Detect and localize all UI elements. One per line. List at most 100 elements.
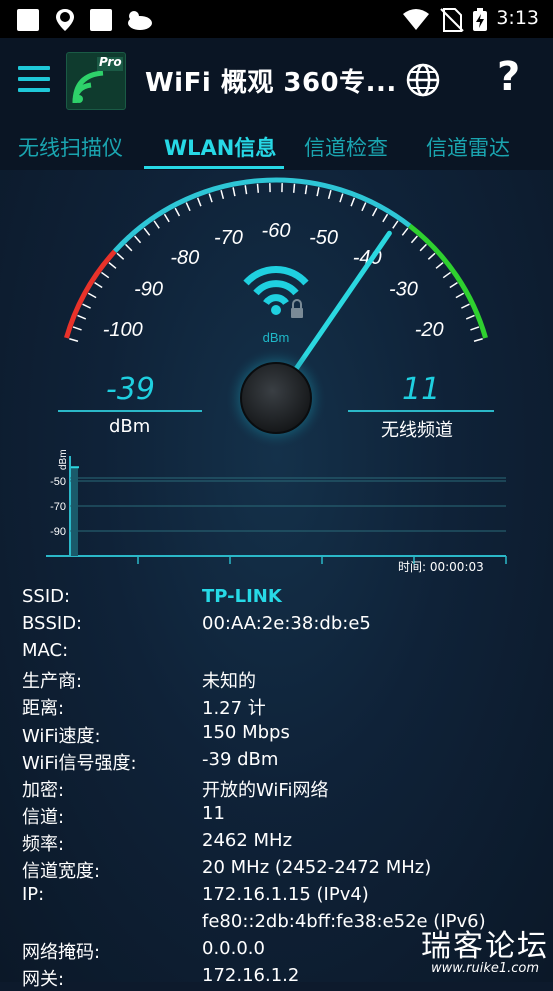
gauge-tick: [443, 272, 450, 277]
wlan-info-panel: -100-90-80-70-60-50-40-30-20 dBm -39 dBm…: [0, 170, 553, 982]
info-key: 信道:: [22, 803, 64, 829]
gauge-tick: [317, 187, 319, 196]
info-key: SSID:: [22, 586, 70, 607]
gauge-tick: [73, 327, 81, 330]
gauge-unit: dBm: [263, 330, 290, 345]
notification-square-icon: [89, 8, 113, 36]
gauge-tick: [329, 190, 331, 199]
channel-reading-label: 无线频道: [381, 416, 453, 442]
tab-channel-radar[interactable]: 信道雷达: [426, 132, 510, 162]
info-key: IP:: [22, 884, 44, 905]
gauge-scale-label: -100: [103, 319, 143, 341]
graph-y-label: -90: [50, 526, 66, 538]
gauge-tick: [154, 221, 159, 228]
gauge-scale-label: -70: [214, 227, 243, 249]
gauge-scale-label: -80: [170, 247, 199, 269]
info-value: 150 Mbps: [202, 722, 290, 743]
gauge-tick: [83, 304, 91, 308]
info-value: 172.16.1.15 (IPv4): [202, 884, 369, 905]
tab-bar: 无线扫描仪 WLAN信息 信道检查 信道雷达: [0, 124, 553, 171]
gauge-knob: [241, 363, 311, 433]
gauge-tick: [402, 228, 408, 235]
gauge-tick: [126, 244, 132, 250]
gauge-tick: [383, 214, 388, 222]
app-logo: Pro: [66, 52, 126, 110]
gauge-tick: [175, 208, 179, 216]
info-value: 00:AA:2e:38:db:e5: [202, 613, 371, 634]
info-key: 加密:: [22, 776, 64, 802]
channel-reading-value: 11: [402, 372, 440, 407]
signal-gauge: -100-90-80-70-60-50-40-30-20 dBm: [0, 170, 553, 450]
menu-icon[interactable]: [18, 66, 50, 92]
gauge-tick: [144, 228, 150, 235]
watermark: 瑞客论坛 www.ruike1.com: [421, 921, 549, 976]
weather-cloud-icon: [124, 8, 154, 36]
battery-charging-icon: [472, 8, 488, 36]
status-time: 3:13: [496, 7, 539, 29]
info-key: 频率:: [22, 830, 64, 856]
info-value: -39 dBm: [202, 749, 278, 770]
app-bar: Pro WiFi 概观 360专... ?: [0, 38, 553, 124]
info-key: 信道宽度:: [22, 857, 100, 883]
channel-underline: [348, 410, 494, 412]
info-key: 网关:: [22, 965, 64, 991]
gauge-tick: [69, 339, 78, 341]
gauge-tick: [436, 263, 443, 269]
gauge-tick: [294, 184, 295, 193]
gauge-tick: [233, 187, 235, 196]
active-tab-indicator: [144, 166, 284, 169]
info-key: WiFi信号强度:: [22, 749, 137, 775]
bus-location-icon: [53, 8, 77, 36]
logo-pro-badge: Pro: [99, 55, 122, 69]
gauge-tick: [393, 221, 398, 228]
gauge-tick: [109, 263, 116, 269]
gauge-scale-label: -20: [415, 319, 444, 341]
gauge-tick: [411, 236, 417, 243]
tab-channel-check[interactable]: 信道检查: [304, 132, 388, 162]
info-value: 未知的: [202, 667, 256, 693]
gauge-tick: [373, 208, 377, 216]
wifi-status-icon: [402, 8, 430, 36]
gauge-scale-label: -50: [309, 227, 338, 249]
watermark-url: www.ruike1.com: [421, 961, 549, 976]
signal-reading-unit: dBm: [109, 416, 150, 437]
info-value: 1.27 计: [202, 694, 266, 720]
info-value: TP-LINK: [202, 586, 282, 607]
info-value: 开放的WiFi网络: [202, 776, 328, 802]
gauge-tick: [198, 198, 201, 206]
globe-icon[interactable]: [405, 62, 441, 98]
help-icon[interactable]: ?: [497, 54, 520, 100]
graph-y-label: -70: [50, 501, 66, 513]
tab-wifi-scanner[interactable]: 无线扫描仪: [18, 132, 123, 162]
gauge-tick: [245, 185, 246, 194]
no-sim-icon: [440, 8, 464, 36]
info-key: 生产商:: [22, 667, 82, 693]
gauge-tick: [340, 194, 343, 203]
tab-wlan-info[interactable]: WLAN信息: [164, 132, 276, 162]
gauge-tick: [450, 283, 458, 288]
graph-y-label: -50: [50, 476, 66, 488]
info-value: 0.0.0.0: [202, 938, 265, 959]
gauge-tick: [209, 194, 212, 203]
info-value: 172.16.1.2: [202, 965, 299, 986]
gauge-tick: [466, 315, 474, 318]
info-value: 2462 MHz: [202, 830, 292, 851]
info-key: MAC:: [22, 640, 68, 661]
signal-reading-value: -39: [106, 372, 155, 407]
info-value: 20 MHz (2452-2472 MHz): [202, 857, 431, 878]
gauge-tick: [77, 315, 85, 318]
gauge-tick: [420, 244, 426, 250]
gauge-tick: [117, 253, 124, 259]
gauge-scale-label: -30: [389, 279, 418, 301]
gauge-tick: [428, 253, 435, 259]
info-key: WiFi速度:: [22, 722, 101, 748]
gauge-tick: [461, 304, 469, 308]
gauge-scale-label: -90: [134, 279, 163, 301]
gauge-tick: [351, 198, 354, 206]
gauge-tick: [305, 185, 306, 194]
gauge-tick: [456, 293, 464, 297]
gauge-tick: [470, 327, 478, 330]
watermark-title: 瑞客论坛: [421, 921, 549, 965]
info-key: 网络掩码:: [22, 938, 100, 964]
gauge-tick: [186, 203, 190, 211]
